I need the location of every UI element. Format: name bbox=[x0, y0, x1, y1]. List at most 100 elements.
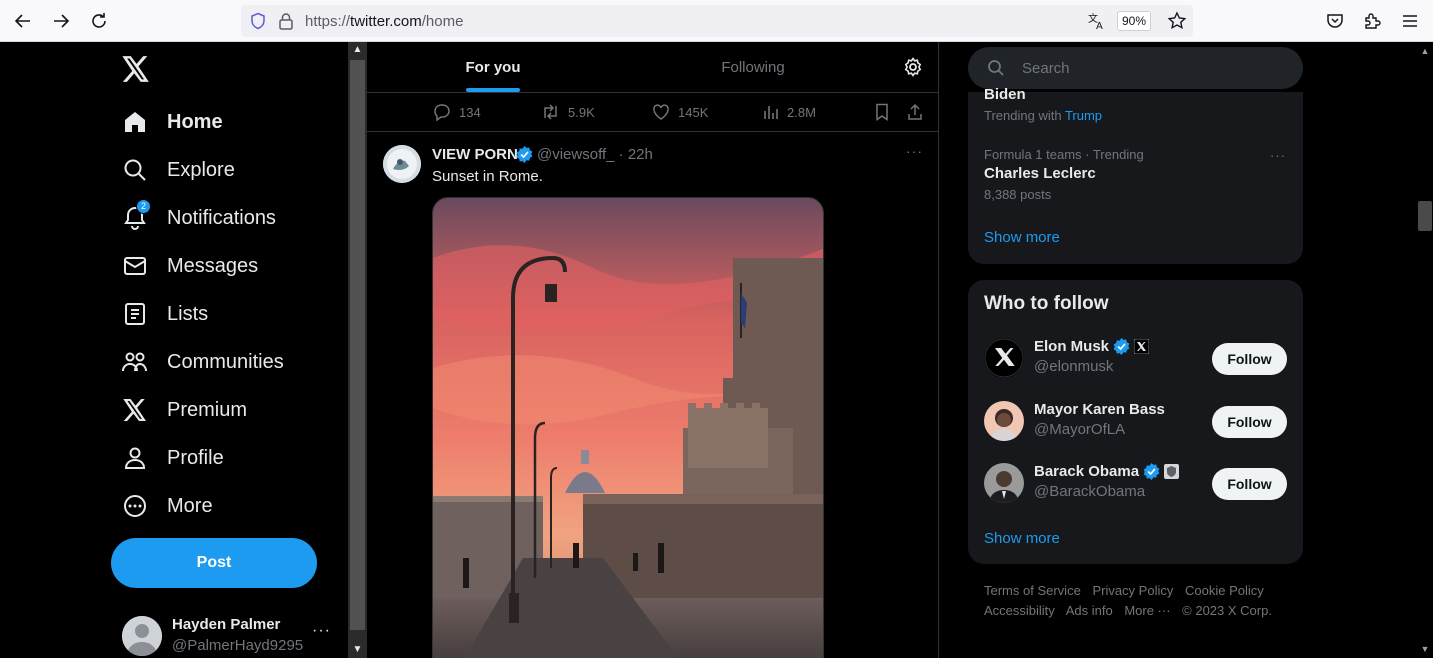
app-menu-button[interactable] bbox=[1397, 9, 1423, 33]
tracking-shield-icon[interactable] bbox=[249, 12, 267, 30]
cookie-policy-link[interactable]: Cookie Policy bbox=[1185, 583, 1264, 598]
address-bar[interactable]: https://twitter.com/home 文A 90% bbox=[241, 5, 1193, 37]
suggestion-name[interactable]: Barack Obama bbox=[1034, 463, 1180, 480]
show-more-trends-link[interactable]: Show more bbox=[984, 229, 1060, 246]
post-button[interactable]: Post bbox=[111, 538, 317, 588]
avatar[interactable] bbox=[984, 338, 1024, 378]
list-icon bbox=[122, 301, 148, 327]
more-options-icon[interactable]: ··· bbox=[906, 143, 923, 159]
tweet-photo[interactable] bbox=[432, 197, 824, 658]
nav-communities[interactable]: Communities bbox=[122, 346, 284, 378]
nav-label: Profile bbox=[167, 446, 224, 469]
trends-card: Biden Trending with Trump Formula 1 team… bbox=[968, 86, 1303, 264]
zoom-level-button[interactable]: 90% bbox=[1117, 11, 1151, 31]
scrollbar-thumb[interactable] bbox=[1418, 201, 1432, 231]
view-count: 2.8M bbox=[787, 104, 816, 120]
timeline-tabs: For you Following bbox=[367, 42, 938, 93]
nav-label: Communities bbox=[167, 350, 284, 373]
x-affiliate-badge-icon bbox=[1134, 339, 1150, 354]
page-scrollbar[interactable]: ▲ ▼ bbox=[348, 42, 367, 658]
translate-icon[interactable]: 文A bbox=[1087, 11, 1107, 31]
more-options-icon[interactable]: ··· bbox=[312, 622, 331, 640]
repost-button[interactable]: 5.9K bbox=[541, 103, 595, 121]
bookmark-icon bbox=[876, 103, 888, 121]
nav-premium[interactable]: Premium bbox=[122, 394, 247, 426]
suggestion-name[interactable]: Mayor Karen Bass bbox=[1034, 401, 1165, 418]
more-options-icon[interactable]: ··· bbox=[1270, 148, 1286, 163]
reload-button[interactable] bbox=[86, 9, 112, 33]
suggestion-name-text: Elon Musk bbox=[1034, 338, 1110, 355]
nav-lists[interactable]: Lists bbox=[122, 298, 208, 330]
nav-messages[interactable]: Messages bbox=[122, 250, 258, 282]
reply-button[interactable]: 134 bbox=[433, 103, 481, 121]
follow-button[interactable]: Follow bbox=[1212, 343, 1287, 375]
tweet-author-handle[interactable]: @viewsoff_ · 22h bbox=[537, 146, 653, 163]
puzzle-icon bbox=[1365, 13, 1381, 29]
trend-name[interactable]: Charles Leclerc bbox=[984, 165, 1096, 182]
url-text[interactable]: https://twitter.com/home bbox=[305, 13, 463, 30]
scroll-down-arrow-icon[interactable]: ▼ bbox=[348, 642, 367, 658]
scrollbar-thumb[interactable] bbox=[350, 60, 365, 630]
gear-icon[interactable] bbox=[903, 57, 923, 82]
extensions-button[interactable] bbox=[1359, 9, 1385, 33]
nav-profile[interactable]: Profile bbox=[122, 442, 224, 474]
avatar bbox=[122, 616, 162, 656]
tweet-card[interactable]: VIEW PORN @viewsoff_ · 22h ··· Sunset in… bbox=[367, 133, 938, 658]
x-home-logo[interactable] bbox=[122, 56, 150, 87]
heart-icon bbox=[653, 104, 669, 120]
follow-suggestion[interactable]: Mayor Karen Bass @MayorOfLA Follow bbox=[968, 401, 1303, 463]
avatar[interactable] bbox=[383, 145, 421, 183]
tweet-author-name[interactable]: VIEW PORN bbox=[432, 146, 518, 163]
timeline: For you Following 134 5.9K 145K 2.8M VIE… bbox=[367, 42, 939, 658]
privacy-link[interactable]: Privacy Policy bbox=[1092, 583, 1173, 598]
share-button[interactable] bbox=[907, 103, 923, 121]
nav-more[interactable]: More bbox=[122, 490, 213, 522]
like-count: 145K bbox=[678, 104, 709, 120]
window-scrollbar[interactable]: ▲ ▼ bbox=[1417, 42, 1433, 658]
bookmark-button[interactable] bbox=[875, 103, 889, 121]
sunset-rome-photo bbox=[433, 198, 823, 658]
lock-icon[interactable] bbox=[278, 12, 294, 30]
trend-name[interactable]: Biden bbox=[984, 86, 1026, 103]
tab-following[interactable]: Following bbox=[633, 42, 873, 93]
previous-tweet-actions: 134 5.9K 145K 2.8M bbox=[367, 93, 938, 132]
avatar[interactable] bbox=[984, 401, 1024, 441]
trend-category: Formula 1 teams · Trending bbox=[984, 147, 1144, 162]
scroll-down-arrow-icon[interactable]: ▼ bbox=[1417, 644, 1433, 654]
nav-home[interactable]: Home bbox=[122, 106, 223, 138]
url-scheme: https:// bbox=[305, 13, 351, 30]
account-handle: @PalmerHayd9295 bbox=[172, 637, 304, 654]
pocket-button[interactable] bbox=[1322, 9, 1348, 33]
search-bar[interactable]: Search bbox=[968, 47, 1303, 89]
person-icon bbox=[122, 445, 148, 471]
follow-button[interactable]: Follow bbox=[1212, 406, 1287, 438]
search-icon bbox=[122, 157, 148, 183]
follow-suggestion[interactable]: Barack Obama @BarackObama Follow bbox=[968, 463, 1303, 525]
reply-icon bbox=[434, 104, 450, 121]
footer-more-link[interactable]: More ··· bbox=[1124, 603, 1170, 618]
nav-explore[interactable]: Explore bbox=[122, 154, 235, 186]
scroll-up-arrow-icon[interactable]: ▲ bbox=[1417, 46, 1433, 56]
footer-links: Terms of Service Privacy Policy Cookie P… bbox=[984, 581, 1294, 621]
follow-suggestion[interactable]: Elon Musk @elonmusk Follow bbox=[968, 338, 1303, 400]
account-switcher[interactable]: Hayden Palmer @PalmerHayd9295 ··· bbox=[122, 614, 337, 658]
suggestion-name[interactable]: Elon Musk bbox=[1034, 338, 1150, 355]
ads-info-link[interactable]: Ads info bbox=[1066, 603, 1113, 618]
like-button[interactable]: 145K bbox=[652, 103, 708, 121]
show-more-follow-link[interactable]: Show more bbox=[984, 530, 1060, 547]
nav-notifications[interactable]: 2 Notifications bbox=[122, 199, 276, 234]
search-input[interactable]: Search bbox=[1022, 60, 1070, 77]
copyright-text: © 2023 X Corp. bbox=[1182, 603, 1272, 618]
forward-button[interactable] bbox=[48, 9, 74, 33]
views-button[interactable]: 2.8M bbox=[763, 103, 816, 121]
verified-badge-icon bbox=[1143, 463, 1160, 480]
follow-button[interactable]: Follow bbox=[1212, 468, 1287, 500]
accessibility-link[interactable]: Accessibility bbox=[984, 603, 1055, 618]
scroll-up-arrow-icon[interactable]: ▲ bbox=[348, 42, 367, 58]
avatar[interactable] bbox=[984, 463, 1024, 503]
trend-related-link[interactable]: Trump bbox=[1065, 108, 1102, 123]
back-button[interactable] bbox=[10, 9, 36, 33]
terms-link[interactable]: Terms of Service bbox=[984, 583, 1081, 598]
bookmark-star-icon[interactable] bbox=[1167, 11, 1187, 31]
tab-for-you[interactable]: For you bbox=[373, 42, 613, 93]
